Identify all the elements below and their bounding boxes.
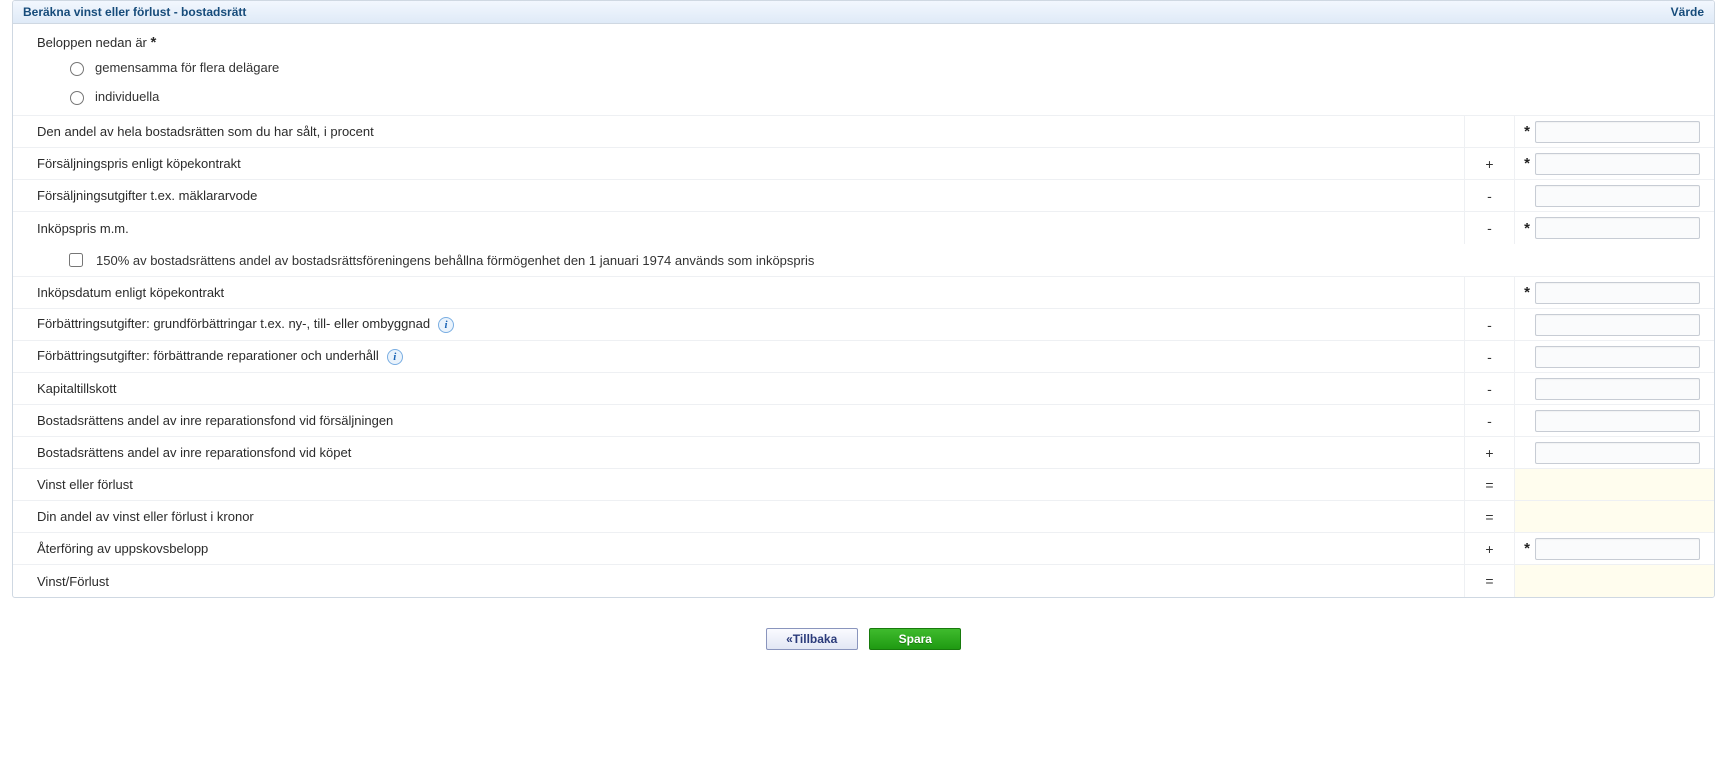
value-cell [1514, 437, 1714, 468]
form-row: Bostadsrättens andel av inre reparations… [13, 437, 1714, 469]
row-sign: = [1464, 565, 1514, 597]
form-row: Försäljningspris enligt köpekontrakt+ * [13, 148, 1714, 180]
row-sign: + [1464, 148, 1514, 179]
checkbox-1974-label: 150% av bostadsrättens andel av bostadsr… [96, 253, 814, 268]
row-label: Vinst/Förlust [13, 568, 1464, 595]
row-label: Förbättringsutgifter: förbättrande repar… [13, 342, 1464, 371]
radio-shared-label: gemensamma för flera delägare [95, 60, 279, 75]
radio-option-individual[interactable]: individuella [13, 82, 1714, 116]
value-input[interactable] [1535, 185, 1700, 207]
required-mark: * [1523, 156, 1531, 171]
row-label: Återföring av uppskovsbelopp [13, 535, 1464, 562]
calculate-panel: Beräkna vinst eller förlust - bostadsrät… [12, 0, 1715, 598]
row-sign: - [1464, 373, 1514, 404]
value-input[interactable] [1535, 346, 1700, 368]
row-sign: + [1464, 437, 1514, 468]
value-cell [1514, 501, 1714, 532]
form-row: Återföring av uppskovsbelopp+ * [13, 533, 1714, 565]
row-sign: - [1464, 309, 1514, 340]
row-sign: = [1464, 501, 1514, 532]
row-sign: - [1464, 212, 1514, 244]
value-cell [1514, 405, 1714, 436]
value-input[interactable] [1535, 314, 1700, 336]
row-label: Försäljningspris enligt köpekontrakt [13, 150, 1464, 177]
checkbox-1974[interactable] [69, 253, 83, 267]
form-row: Förbättringsutgifter: förbättrande repar… [13, 341, 1714, 373]
back-button-label: «Tillbaka [786, 632, 837, 646]
radio-individual-label: individuella [95, 89, 159, 104]
radio-shared[interactable] [70, 62, 84, 76]
value-cell [1514, 341, 1714, 372]
required-mark: * [1523, 221, 1531, 236]
row-sign: - [1464, 341, 1514, 372]
row-sign: - [1464, 180, 1514, 211]
row-label: Försäljningsutgifter t.ex. mäklararvode [13, 182, 1464, 209]
row-sign: = [1464, 469, 1514, 500]
value-input[interactable] [1535, 442, 1700, 464]
form-row: Försäljningsutgifter t.ex. mäklararvode- [13, 180, 1714, 212]
required-asterisk: * [151, 34, 157, 51]
row-label: Förbättringsutgifter: grundförbättringar… [13, 310, 1464, 339]
back-button[interactable]: «Tillbaka [766, 628, 858, 650]
value-cell: * [1514, 148, 1714, 179]
value-cell [1514, 309, 1714, 340]
required-mark: * [1523, 541, 1531, 556]
value-input[interactable] [1535, 538, 1700, 560]
value-cell [1514, 469, 1714, 500]
value-input[interactable] [1535, 217, 1700, 239]
row-sign [1464, 277, 1514, 308]
panel-title: Beräkna vinst eller förlust - bostadsrät… [23, 5, 246, 19]
row-label: Inköpsdatum enligt köpekontrakt [13, 279, 1464, 306]
radio-option-shared[interactable]: gemensamma för flera delägare [13, 53, 1714, 82]
value-input[interactable] [1535, 378, 1700, 400]
amounts-type-question: Beloppen nedan är * [13, 24, 1714, 53]
value-cell [1514, 180, 1714, 211]
row-label: Vinst eller förlust [13, 471, 1464, 498]
row-sign: - [1464, 405, 1514, 436]
value-cell: * [1514, 533, 1714, 564]
checkbox-row-1974[interactable]: 150% av bostadsrättens andel av bostadsr… [13, 244, 1714, 277]
value-input[interactable] [1535, 410, 1700, 432]
info-icon[interactable]: i [438, 317, 454, 333]
form-row: Kapitaltillskott- [13, 373, 1714, 405]
value-input[interactable] [1535, 121, 1700, 143]
row-label: Din andel av vinst eller förlust i krono… [13, 503, 1464, 530]
value-input[interactable] [1535, 153, 1700, 175]
value-input[interactable] [1535, 282, 1700, 304]
value-cell: * [1514, 116, 1714, 147]
value-cell: * [1514, 277, 1714, 308]
value-column-header: Värde [1671, 5, 1704, 19]
row-label: Kapitaltillskott [13, 375, 1464, 402]
required-mark: * [1523, 124, 1531, 139]
form-row: Inköpsdatum enligt köpekontrakt * [13, 277, 1714, 309]
form-row: Inköpspris m.m.-* [13, 212, 1714, 244]
form-row: Din andel av vinst eller förlust i krono… [13, 501, 1714, 533]
question-label: Beloppen nedan är [37, 35, 147, 50]
save-button-label: Spara [899, 632, 932, 646]
form-row: Den andel av hela bostadsrätten som du h… [13, 116, 1714, 148]
row-label: Bostadsrättens andel av inre reparations… [13, 439, 1464, 466]
row-label: Bostadsrättens andel av inre reparations… [13, 407, 1464, 434]
value-cell [1514, 565, 1714, 597]
row-label: Den andel av hela bostadsrätten som du h… [13, 118, 1464, 145]
form-row: Vinst/Förlust= [13, 565, 1714, 597]
row-sign [1464, 116, 1514, 147]
value-cell [1514, 373, 1714, 404]
form-row: Bostadsrättens andel av inre reparations… [13, 405, 1714, 437]
radio-individual[interactable] [70, 91, 84, 105]
row-sign: + [1464, 533, 1514, 564]
value-cell: * [1514, 212, 1714, 244]
required-mark: * [1523, 285, 1531, 300]
form-row: Förbättringsutgifter: grundförbättringar… [13, 309, 1714, 341]
panel-header: Beräkna vinst eller förlust - bostadsrät… [13, 1, 1714, 24]
save-button[interactable]: Spara [869, 628, 961, 650]
button-bar: «Tillbaka Spara [12, 598, 1715, 650]
form-row: Vinst eller förlust= [13, 469, 1714, 501]
row-label: Inköpspris m.m. [13, 215, 1464, 242]
info-icon[interactable]: i [387, 349, 403, 365]
